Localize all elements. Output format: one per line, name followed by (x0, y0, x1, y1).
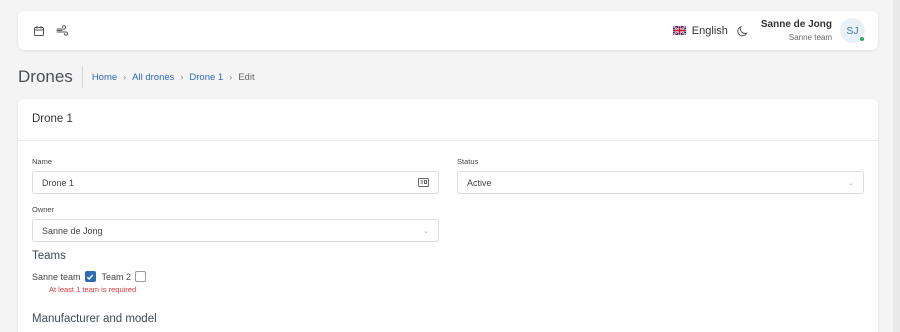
language-selector[interactable]: English (672, 24, 728, 37)
page-title: Drones (18, 66, 83, 88)
toolbar-left (32, 24, 69, 38)
breadcrumb-current: Edit (238, 71, 255, 83)
name-label: Name (32, 157, 53, 166)
teams-checkbox-group: Sanne team Team 2 (32, 271, 147, 282)
user-info: Sanne de Jong Sanne team (761, 19, 832, 42)
team-2-checkbox[interactable] (135, 271, 147, 282)
chevron-down-icon: ⌄ (848, 179, 854, 187)
owner-label: Owner (32, 205, 55, 214)
breadcrumb-separator: › (123, 72, 127, 82)
user-name: Sanne de Jong (760, 19, 832, 31)
owner-value: Sanne de Jong (42, 225, 103, 236)
moon-icon[interactable] (737, 24, 751, 38)
breadcrumb-all-drones[interactable]: All drones (132, 72, 174, 83)
breadcrumb: Home › All drones › Drone 1 › Edit (92, 72, 255, 83)
drone-edit-card: Drone 1 Name Drone 1 Status Active ⌄ Own… (18, 99, 878, 332)
team-option-label: Team 2 (101, 271, 132, 282)
avatar[interactable]: SJ (840, 18, 865, 43)
name-input[interactable]: Drone 1 (32, 171, 439, 194)
teams-heading: Teams (32, 250, 66, 262)
status-label: Status (457, 157, 479, 166)
language-label: English (691, 24, 728, 37)
breadcrumb-separator: › (229, 72, 233, 82)
chevron-down-icon: ⌄ (423, 227, 429, 235)
owner-select[interactable]: Sanne de Jong ⌄ (32, 219, 439, 242)
status-value: Active (467, 177, 492, 188)
teams-error-message: At least 1 team is required (49, 285, 137, 294)
online-status-dot (859, 36, 865, 42)
checkmark-icon (86, 274, 94, 280)
user-team: Sanne team (788, 32, 832, 42)
calendar-icon[interactable] (32, 24, 46, 38)
wind-icon[interactable] (55, 24, 69, 38)
avatar-initials: SJ (846, 24, 859, 37)
top-navbar: English Sanne de Jong Sanne team SJ (18, 11, 878, 50)
status-select[interactable]: Active ⌄ (457, 171, 864, 194)
team-sanne-checkbox[interactable] (84, 271, 96, 282)
team-option-label: Sanne team (32, 271, 81, 282)
breadcrumb-home[interactable]: Home (92, 72, 117, 83)
manufacturer-heading: Manufacturer and model (32, 313, 157, 325)
breadcrumb-separator: › (180, 72, 184, 82)
id-card-icon (418, 178, 429, 187)
breadcrumb-drone[interactable]: Drone 1 (189, 72, 223, 83)
card-title: Drone 1 (18, 99, 878, 141)
name-value: Drone 1 (42, 177, 75, 188)
flag-uk-icon (672, 26, 686, 35)
page-header: Drones Home › All drones › Drone 1 › Edi… (18, 65, 255, 89)
scrollbar-track[interactable] (893, 0, 900, 332)
toolbar-right: English Sanne de Jong Sanne team SJ (672, 18, 865, 43)
